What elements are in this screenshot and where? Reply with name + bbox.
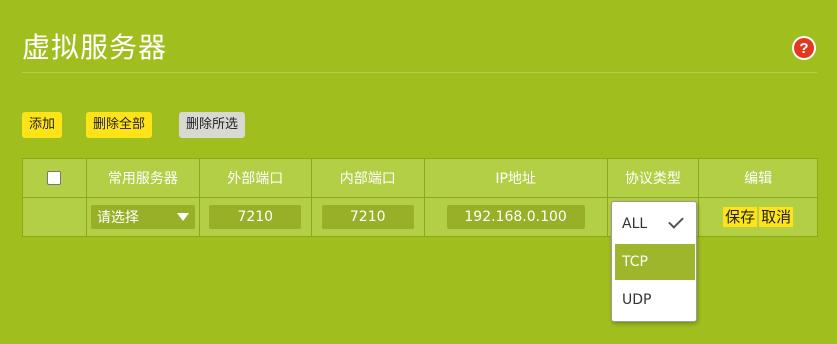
external-port-cell: 7210 (198, 197, 312, 237)
delete-selected-button[interactable]: 删除所选 (179, 112, 246, 138)
header-protocol: 协议类型 (606, 158, 700, 198)
protocol-option-label: TCP (622, 254, 648, 270)
table-header-row: 常用服务器 外部端口 内部端口 IP地址 协议类型 编辑 (22, 158, 818, 198)
protocol-dropdown[interactable]: ALL TCP UDP (611, 201, 697, 322)
internal-port-cell: 7210 (310, 197, 425, 237)
title-divider (22, 72, 817, 73)
page-title: 虚拟服务器 (22, 31, 168, 64)
check-icon (668, 213, 684, 229)
virtual-server-table: 常用服务器 外部端口 内部端口 IP地址 协议类型 编辑 请选择 7210 72… (22, 158, 818, 237)
service-select[interactable]: 请选择 (90, 205, 195, 229)
header-external-port: 外部端口 (198, 158, 312, 198)
help-icon: ? (794, 38, 814, 58)
ip-address-cell: 192.168.0.100 (423, 197, 608, 237)
delete-all-button[interactable]: 删除全部 (86, 112, 153, 138)
protocol-option-label: UDP (622, 292, 652, 308)
help-button[interactable]: ? (792, 36, 816, 60)
edit-cell: 保存 取消 (698, 197, 818, 237)
header-edit: 编辑 (698, 158, 818, 198)
ip-address-input[interactable]: 192.168.0.100 (446, 205, 585, 229)
chevron-down-icon (176, 213, 189, 221)
protocol-option-all[interactable]: ALL (615, 206, 695, 242)
table-row: 请选择 7210 7210 192.168.0.100 保存 取消 (22, 197, 818, 237)
save-button[interactable]: 保存 (723, 207, 758, 227)
select-all-cell (22, 158, 87, 198)
header-internal-port: 内部端口 (310, 158, 425, 198)
protocol-option-tcp[interactable]: TCP (615, 244, 695, 280)
row-checkbox-cell (22, 197, 87, 237)
service-select-value: 请选择 (96, 210, 139, 226)
internal-port-input[interactable]: 7210 (321, 205, 414, 229)
select-all-checkbox[interactable] (47, 171, 62, 185)
service-cell: 请选择 (85, 197, 200, 237)
header-ip-address: IP地址 (423, 158, 608, 198)
external-port-input[interactable]: 7210 (209, 205, 302, 229)
add-button[interactable]: 添加 (22, 112, 63, 138)
protocol-option-udp[interactable]: UDP (615, 282, 695, 318)
header-common-server: 常用服务器 (85, 158, 200, 198)
protocol-option-label: ALL (622, 216, 648, 232)
cancel-button[interactable]: 取消 (759, 207, 794, 227)
